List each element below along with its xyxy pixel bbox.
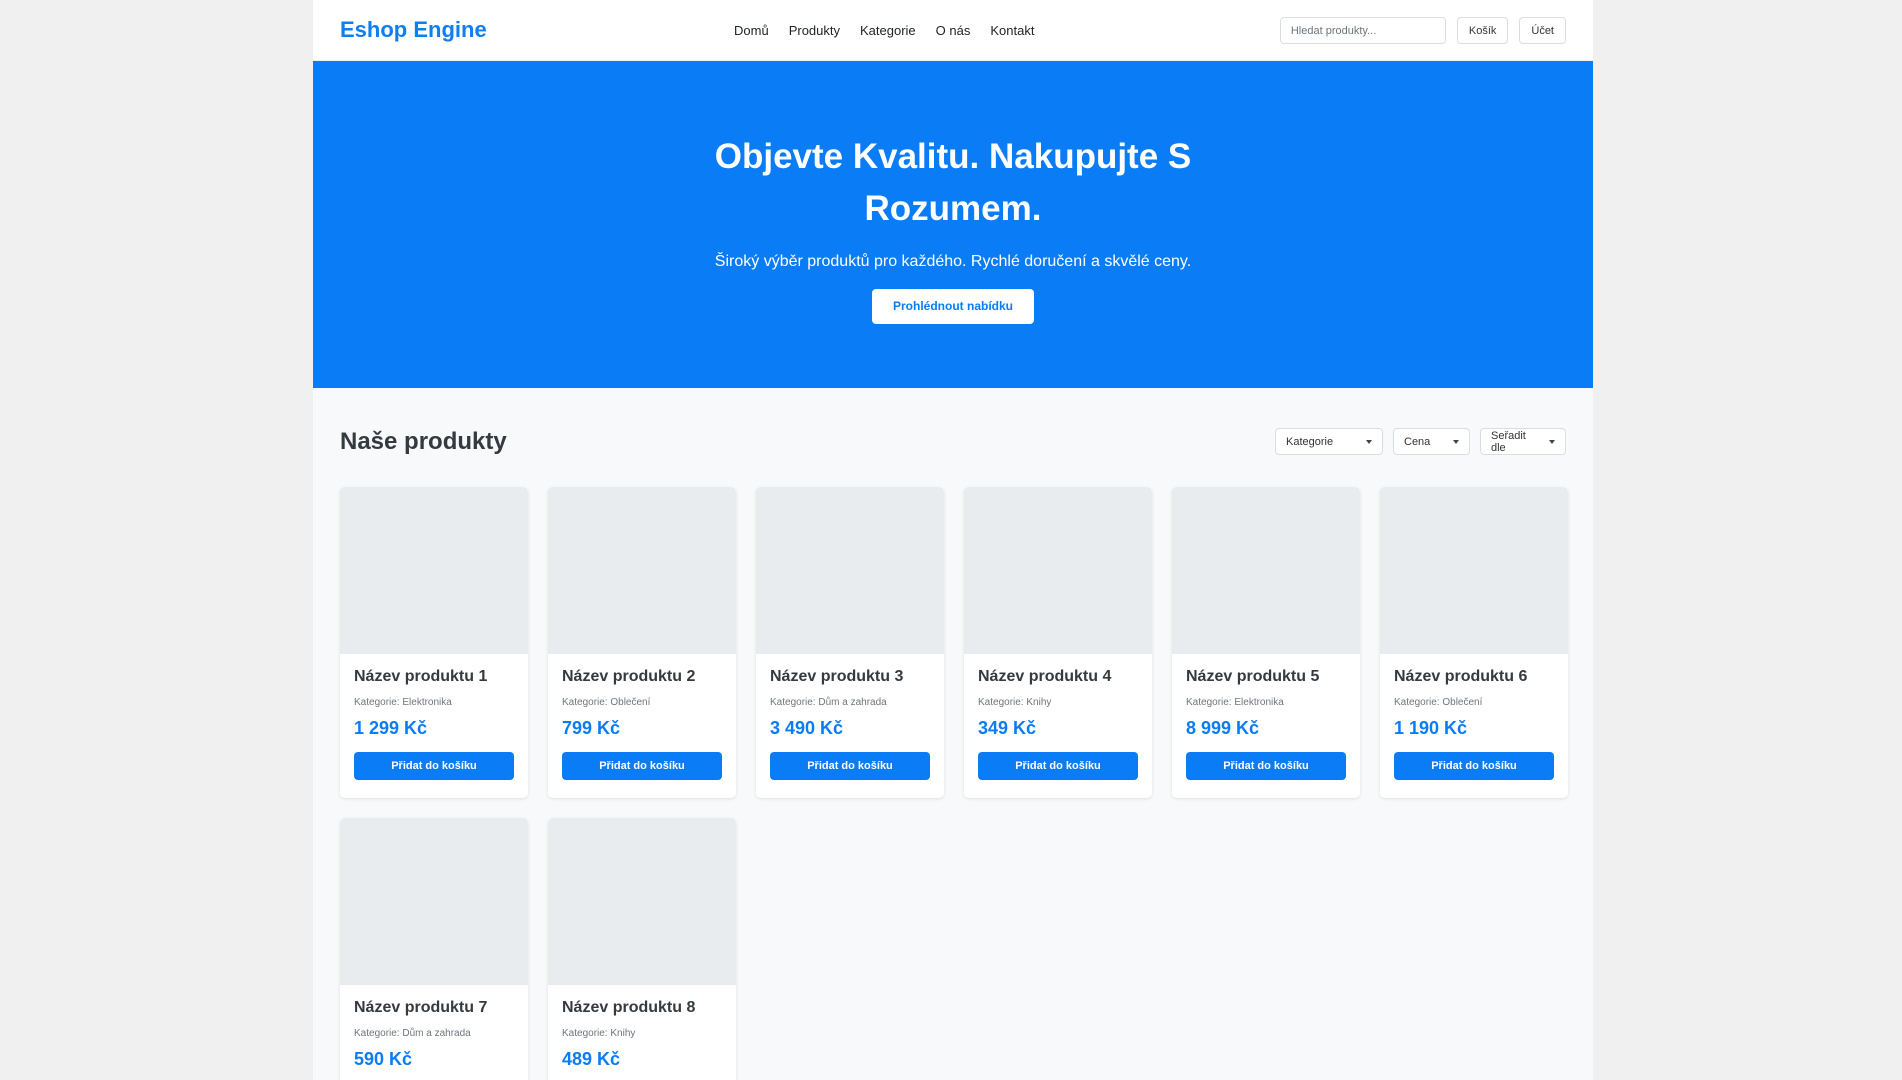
product-price: 349 Kč bbox=[978, 718, 1037, 738]
add-to-cart-button[interactable]: Přidat do košíku bbox=[1394, 752, 1554, 780]
product-image-placeholder[interactable] bbox=[1172, 487, 1360, 654]
price-filter-label: Cena bbox=[1404, 435, 1431, 448]
product-image-placeholder[interactable] bbox=[1380, 487, 1568, 654]
hero-banner: Objevte Kvalitu. Nakupujte S Rozumem. Ši… bbox=[313, 61, 1593, 388]
product-card: Název produktu 1 Kategorie: Elektronika … bbox=[340, 487, 528, 798]
product-name[interactable]: Název produktu 3 bbox=[770, 668, 930, 686]
product-price: 799 Kč bbox=[562, 718, 621, 738]
nav-link-home[interactable]: Domů bbox=[734, 23, 769, 38]
product-name[interactable]: Název produktu 5 bbox=[1186, 668, 1346, 686]
product-category: Kategorie: Dům a zahrada bbox=[354, 1028, 471, 1039]
product-price: 1 190 Kč bbox=[1394, 718, 1468, 738]
product-card: Název produktu 3 Kategorie: Dům a zahrad… bbox=[756, 487, 944, 798]
product-card-body: Název produktu 5 Kategorie: Elektronika … bbox=[1172, 654, 1360, 780]
nav-link-contact[interactable]: Kontakt bbox=[990, 23, 1034, 38]
account-button[interactable]: Účet bbox=[1519, 17, 1566, 44]
product-card-body: Název produktu 2 Kategorie: Oblečení 799… bbox=[548, 654, 736, 780]
product-image-placeholder[interactable] bbox=[548, 818, 736, 985]
product-image-placeholder[interactable] bbox=[340, 487, 528, 654]
hero-title: Objevte Kvalitu. Nakupujte S Rozumem. bbox=[714, 137, 1192, 228]
price-filter-select[interactable]: Cena bbox=[1393, 428, 1470, 455]
product-price: 489 Kč bbox=[562, 1049, 621, 1069]
category-filter-select[interactable]: Kategorie bbox=[1275, 428, 1383, 455]
chevron-down-icon bbox=[1366, 439, 1372, 444]
category-filter-label: Kategorie bbox=[1286, 435, 1334, 448]
product-price: 1 299 Kč bbox=[354, 718, 428, 738]
browse-offer-button[interactable]: Prohlédnout nabídku bbox=[872, 289, 1034, 324]
page: Eshop Engine Domů Produkty Kategorie O n… bbox=[313, 0, 1593, 1080]
header-actions: Košík Účet bbox=[1279, 17, 1566, 44]
product-category: Kategorie: Knihy bbox=[978, 697, 1052, 708]
product-name[interactable]: Název produktu 8 bbox=[562, 999, 722, 1017]
product-image-placeholder[interactable] bbox=[964, 487, 1152, 654]
product-image-placeholder[interactable] bbox=[548, 487, 736, 654]
product-image-placeholder[interactable] bbox=[756, 487, 944, 654]
filter-bar: Kategorie Cena Seřadit dle bbox=[1275, 428, 1566, 455]
add-to-cart-button[interactable]: Přidat do košíku bbox=[354, 752, 514, 780]
nav-link-categories[interactable]: Kategorie bbox=[860, 23, 916, 38]
search-input[interactable] bbox=[1279, 17, 1446, 44]
product-category: Kategorie: Oblečení bbox=[562, 697, 651, 708]
chevron-down-icon bbox=[1453, 439, 1459, 444]
products-section-title: Naše produkty bbox=[340, 428, 507, 455]
site-header: Eshop Engine Domů Produkty Kategorie O n… bbox=[313, 0, 1593, 61]
product-price: 590 Kč bbox=[354, 1049, 413, 1069]
product-card: Název produktu 5 Kategorie: Elektronika … bbox=[1172, 487, 1360, 798]
product-card: Název produktu 7 Kategorie: Dům a zahrad… bbox=[340, 818, 528, 1080]
site-logo[interactable]: Eshop Engine bbox=[340, 17, 487, 43]
product-card-body: Název produktu 6 Kategorie: Oblečení 1 1… bbox=[1380, 654, 1568, 780]
product-card: Název produktu 8 Kategorie: Knihy 489 Kč… bbox=[548, 818, 736, 1080]
product-card-body: Název produktu 7 Kategorie: Dům a zahrad… bbox=[340, 985, 528, 1080]
product-price: 3 490 Kč bbox=[770, 718, 844, 738]
product-name[interactable]: Název produktu 1 bbox=[354, 668, 514, 686]
product-card: Název produktu 4 Kategorie: Knihy 349 Kč… bbox=[964, 487, 1152, 798]
product-card-body: Název produktu 8 Kategorie: Knihy 489 Kč… bbox=[548, 985, 736, 1080]
product-name[interactable]: Název produktu 2 bbox=[562, 668, 722, 686]
product-category: Kategorie: Dům a zahrada bbox=[770, 697, 887, 708]
product-grid: Název produktu 1 Kategorie: Elektronika … bbox=[340, 487, 1568, 1080]
product-category: Kategorie: Elektronika bbox=[1186, 697, 1284, 708]
product-card-body: Název produktu 3 Kategorie: Dům a zahrad… bbox=[756, 654, 944, 780]
product-price: 8 999 Kč bbox=[1186, 718, 1260, 738]
product-category: Kategorie: Oblečení bbox=[1394, 697, 1483, 708]
nav-link-about[interactable]: O nás bbox=[936, 23, 971, 38]
product-image-placeholder[interactable] bbox=[340, 818, 528, 985]
main-nav: Domů Produkty Kategorie O nás Kontakt bbox=[734, 0, 1034, 61]
product-name[interactable]: Název produktu 7 bbox=[354, 999, 514, 1017]
product-card: Název produktu 6 Kategorie: Oblečení 1 1… bbox=[1380, 487, 1568, 798]
chevron-down-icon bbox=[1549, 439, 1555, 444]
product-name[interactable]: Název produktu 6 bbox=[1394, 668, 1554, 686]
add-to-cart-button[interactable]: Přidat do košíku bbox=[1186, 752, 1346, 780]
product-name[interactable]: Název produktu 4 bbox=[978, 668, 1138, 686]
add-to-cart-button[interactable]: Přidat do košíku bbox=[978, 752, 1138, 780]
sort-label: Seřadit dle bbox=[1491, 429, 1526, 454]
products-header: Naše produkty Kategorie Cena Seřadit dle bbox=[313, 388, 1593, 488]
add-to-cart-button[interactable]: Přidat do košíku bbox=[770, 752, 930, 780]
add-to-cart-button[interactable]: Přidat do košíku bbox=[562, 752, 722, 780]
sort-select[interactable]: Seřadit dle bbox=[1480, 428, 1566, 455]
cart-button[interactable]: Košík bbox=[1456, 17, 1509, 44]
product-card-body: Název produktu 4 Kategorie: Knihy 349 Kč… bbox=[964, 654, 1152, 780]
product-category: Kategorie: Knihy bbox=[562, 1028, 636, 1039]
product-card: Název produktu 2 Kategorie: Oblečení 799… bbox=[548, 487, 736, 798]
product-card-body: Název produktu 1 Kategorie: Elektronika … bbox=[340, 654, 528, 780]
nav-link-products[interactable]: Produkty bbox=[789, 23, 840, 38]
product-category: Kategorie: Elektronika bbox=[354, 697, 452, 708]
hero-subtitle: Široký výběr produktů pro každého. Rychl… bbox=[714, 253, 1192, 270]
